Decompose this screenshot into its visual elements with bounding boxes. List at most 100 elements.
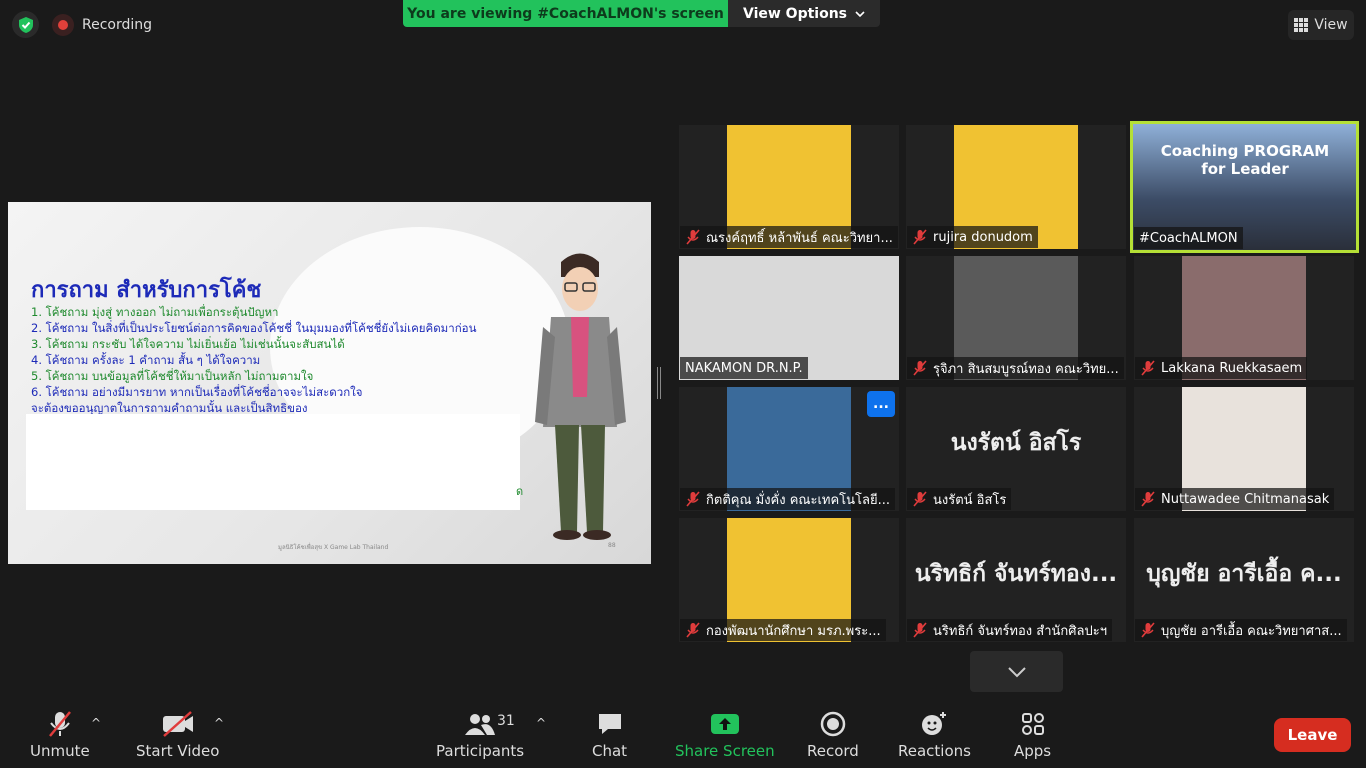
participant-tile[interactable]: กิตติคุณ มั่งคั่ง คณะเทคโนโลยี...	[679, 387, 899, 511]
participant-name: นงรัตน์ อิสโร	[933, 492, 1007, 508]
participant-name: Nuttawadee Chitmanasak	[1161, 491, 1330, 507]
security-shield-icon[interactable]	[12, 11, 39, 38]
share-screen-icon	[710, 714, 739, 734]
apps-button[interactable]: Apps	[1014, 706, 1051, 760]
video-overlay-text: Coaching PROGRAM for Leader	[1160, 142, 1330, 178]
reactions-button[interactable]: Reactions	[898, 706, 971, 760]
chevron-down-icon	[855, 10, 865, 17]
viewing-screen-banner: You are viewing #CoachALMON's screen	[403, 0, 728, 27]
participant-tile-active-speaker[interactable]: Coaching PROGRAM for Leader #CoachALMON	[1130, 121, 1359, 253]
participants-caret-icon[interactable]: ^	[536, 716, 546, 730]
participant-name: ณรงค์ฤทธิ์ หล้าพันธ์ คณะวิทยา...	[706, 230, 893, 246]
participant-nameplate: NAKAMON DR.N.P.	[680, 357, 808, 379]
muted-mic-icon	[686, 622, 700, 638]
participant-name: กองพัฒนานักศึกษา มรภ.พระ...	[706, 623, 881, 639]
muted-mic-icon	[913, 491, 927, 507]
shared-screen[interactable]: การถาม สำหรับการโค้ช 1. โค้ชถาม มุ่งสู่ …	[8, 202, 651, 564]
slide-bullet-list: 1. โค้ชถาม มุ่งสู่ ทางออก ไม่ถามเพื่อกระ…	[31, 304, 551, 416]
participant-tile[interactable]: ณรงค์ฤทธิ์ หล้าพันธ์ คณะวิทยา...	[679, 125, 899, 249]
participant-tile[interactable]: รุจิภา สินสมบูรณ์ทอง คณะวิทย...	[906, 256, 1126, 380]
participant-tile[interactable]: rujira donudom	[906, 125, 1126, 249]
reactions-icon	[922, 712, 947, 735]
participant-tile[interactable]: Nuttawadee Chitmanasak	[1134, 387, 1354, 511]
start-video-button[interactable]: Start Video	[136, 706, 219, 760]
record-button[interactable]: Record	[807, 706, 859, 760]
start-video-label: Start Video	[136, 742, 220, 760]
chat-icon	[598, 714, 621, 734]
participants-icon	[465, 714, 496, 735]
participant-name: บุญชัย อารีเอื้อ คณะวิทยาศาส...	[1161, 623, 1342, 639]
slide-line: 6. โค้ชถาม อย่างมีมารยาท หากเป็นเรื่องที…	[31, 385, 363, 399]
participant-name: Lakkana Ruekkasaem	[1161, 360, 1303, 376]
participants-count: 31	[497, 713, 515, 729]
slide-footer: มูลนิธิโค้ชเพื่อสุข X Game Lab Thailand	[278, 544, 389, 551]
participant-display-name: นงรัตน์ อิสโร	[950, 430, 1082, 456]
muted-mic-icon	[686, 229, 700, 245]
slide-line: 1. โค้ชถาม มุ่งสู่ ทางออก ไม่ถามเพื่อกระ…	[31, 305, 279, 319]
slide-page-number: 88	[608, 542, 616, 549]
participant-tile[interactable]: นริทธิก์ จันทร์ทอง... นริทธิก์ จันทร์ทอง…	[906, 518, 1126, 642]
reactions-label: Reactions	[898, 742, 971, 760]
apps-icon	[1021, 713, 1044, 735]
slide-line: 5. โค้ชถาม บนข้อมูลที่โค้ชชี่ให้มาเป็นหล…	[31, 369, 314, 383]
audio-options-caret-icon[interactable]: ^	[91, 716, 101, 730]
participant-nameplate: ณรงค์ฤทธิ์ หล้าพันธ์ คณะวิทยา...	[680, 226, 898, 248]
view-options-button[interactable]: View Options	[728, 0, 880, 27]
participant-name: rujira donudom	[933, 229, 1033, 245]
grid-icon	[1294, 18, 1309, 32]
record-icon	[820, 711, 846, 737]
chat-button[interactable]: Chat	[592, 706, 627, 760]
apps-label: Apps	[1014, 742, 1052, 760]
slide-line-fragment: ด	[516, 485, 524, 498]
video-off-icon	[162, 711, 193, 737]
view-button[interactable]: View	[1288, 10, 1354, 40]
slide-line: 2. โค้ชถาม ในสิ่งที่เป็นประโยชน์ต่อการคิ…	[31, 321, 477, 335]
muted-mic-icon	[913, 622, 927, 638]
participant-nameplate: #CoachALMON	[1134, 227, 1243, 249]
muted-mic-icon	[1141, 622, 1155, 638]
muted-mic-icon	[686, 491, 700, 507]
view-label: View	[1314, 17, 1348, 33]
meeting-toolbar: Unmute ^ Start Video ^ Participants 31 ^…	[0, 700, 1366, 768]
slide-white-overlay	[26, 414, 520, 510]
participant-tile[interactable]: นงรัตน์ อิสโร นงรัตน์ อิสโร	[906, 387, 1126, 511]
more-options-button[interactable]: ...	[867, 391, 895, 417]
unmute-label: Unmute	[30, 742, 90, 760]
share-screen-button[interactable]: Share Screen	[675, 706, 775, 760]
participant-nameplate: rujira donudom	[907, 226, 1038, 248]
record-dot-icon	[52, 13, 74, 36]
participant-name: กิตติคุณ มั่งคั่ง คณะเทคโนโลยี...	[706, 492, 891, 508]
participant-tile[interactable]: NAKAMON DR.N.P.	[679, 256, 899, 380]
muted-mic-icon	[913, 360, 927, 376]
participant-nameplate: กองพัฒนานักศึกษา มรภ.พระ...	[680, 619, 886, 641]
participant-nameplate: Lakkana Ruekkasaem	[1135, 357, 1308, 379]
unmute-button[interactable]: Unmute	[30, 706, 90, 760]
chevron-down-icon	[1007, 666, 1026, 677]
participant-nameplate: รุจิภา สินสมบูรณ์ทอง คณะวิทย...	[907, 357, 1124, 379]
participant-nameplate: บุญชัย อารีเอื้อ คณะวิทยาศาส...	[1135, 619, 1347, 641]
participant-nameplate: นงรัตน์ อิสโร	[907, 488, 1012, 510]
top-bar: Recording You are viewing #CoachALMON's …	[0, 0, 1366, 50]
splitter-handle[interactable]	[657, 367, 661, 399]
participant-nameplate: กิตติคุณ มั่งคั่ง คณะเทคโนโลยี...	[680, 488, 896, 510]
participant-name: NAKAMON DR.N.P.	[685, 360, 803, 376]
recording-label: Recording	[82, 16, 153, 33]
participant-name: รุจิภา สินสมบูรณ์ทอง คณะวิทย...	[933, 361, 1119, 377]
participant-tile[interactable]: Lakkana Ruekkasaem	[1134, 256, 1354, 380]
muted-mic-icon	[1141, 360, 1155, 376]
video-options-caret-icon[interactable]: ^	[214, 716, 224, 730]
participant-tile[interactable]: บุญชัย อารีเอื้อ ค... บุญชัย อารีเอื้อ ค…	[1134, 518, 1354, 642]
muted-mic-icon	[913, 229, 927, 245]
participant-nameplate: นริทธิก์ จันทร์ทอง สำนักศิลปะฯ	[907, 619, 1113, 641]
muted-mic-icon	[1141, 491, 1155, 507]
participant-tile[interactable]: กองพัฒนานักศึกษา มรภ.พระ...	[679, 518, 899, 642]
participant-nameplate: Nuttawadee Chitmanasak	[1135, 488, 1335, 510]
next-page-button[interactable]	[970, 651, 1063, 692]
participant-display-name: บุญชัย อารีเอื้อ ค...	[1146, 561, 1342, 587]
leave-button[interactable]: Leave	[1274, 718, 1351, 752]
recording-indicator[interactable]: Recording	[52, 11, 152, 38]
chat-label: Chat	[592, 742, 628, 760]
participant-name: นริทธิก์ จันทร์ทอง สำนักศิลปะฯ	[933, 623, 1108, 639]
slide-line: 3. โค้ชถาม กระชับ ได้ใจความ ไม่เยิ่นเย้อ…	[31, 337, 345, 351]
slide-line: 4. โค้ชถาม ครั้งละ 1 คำถาม สั้น ๆ ได้ใจค…	[31, 353, 261, 367]
